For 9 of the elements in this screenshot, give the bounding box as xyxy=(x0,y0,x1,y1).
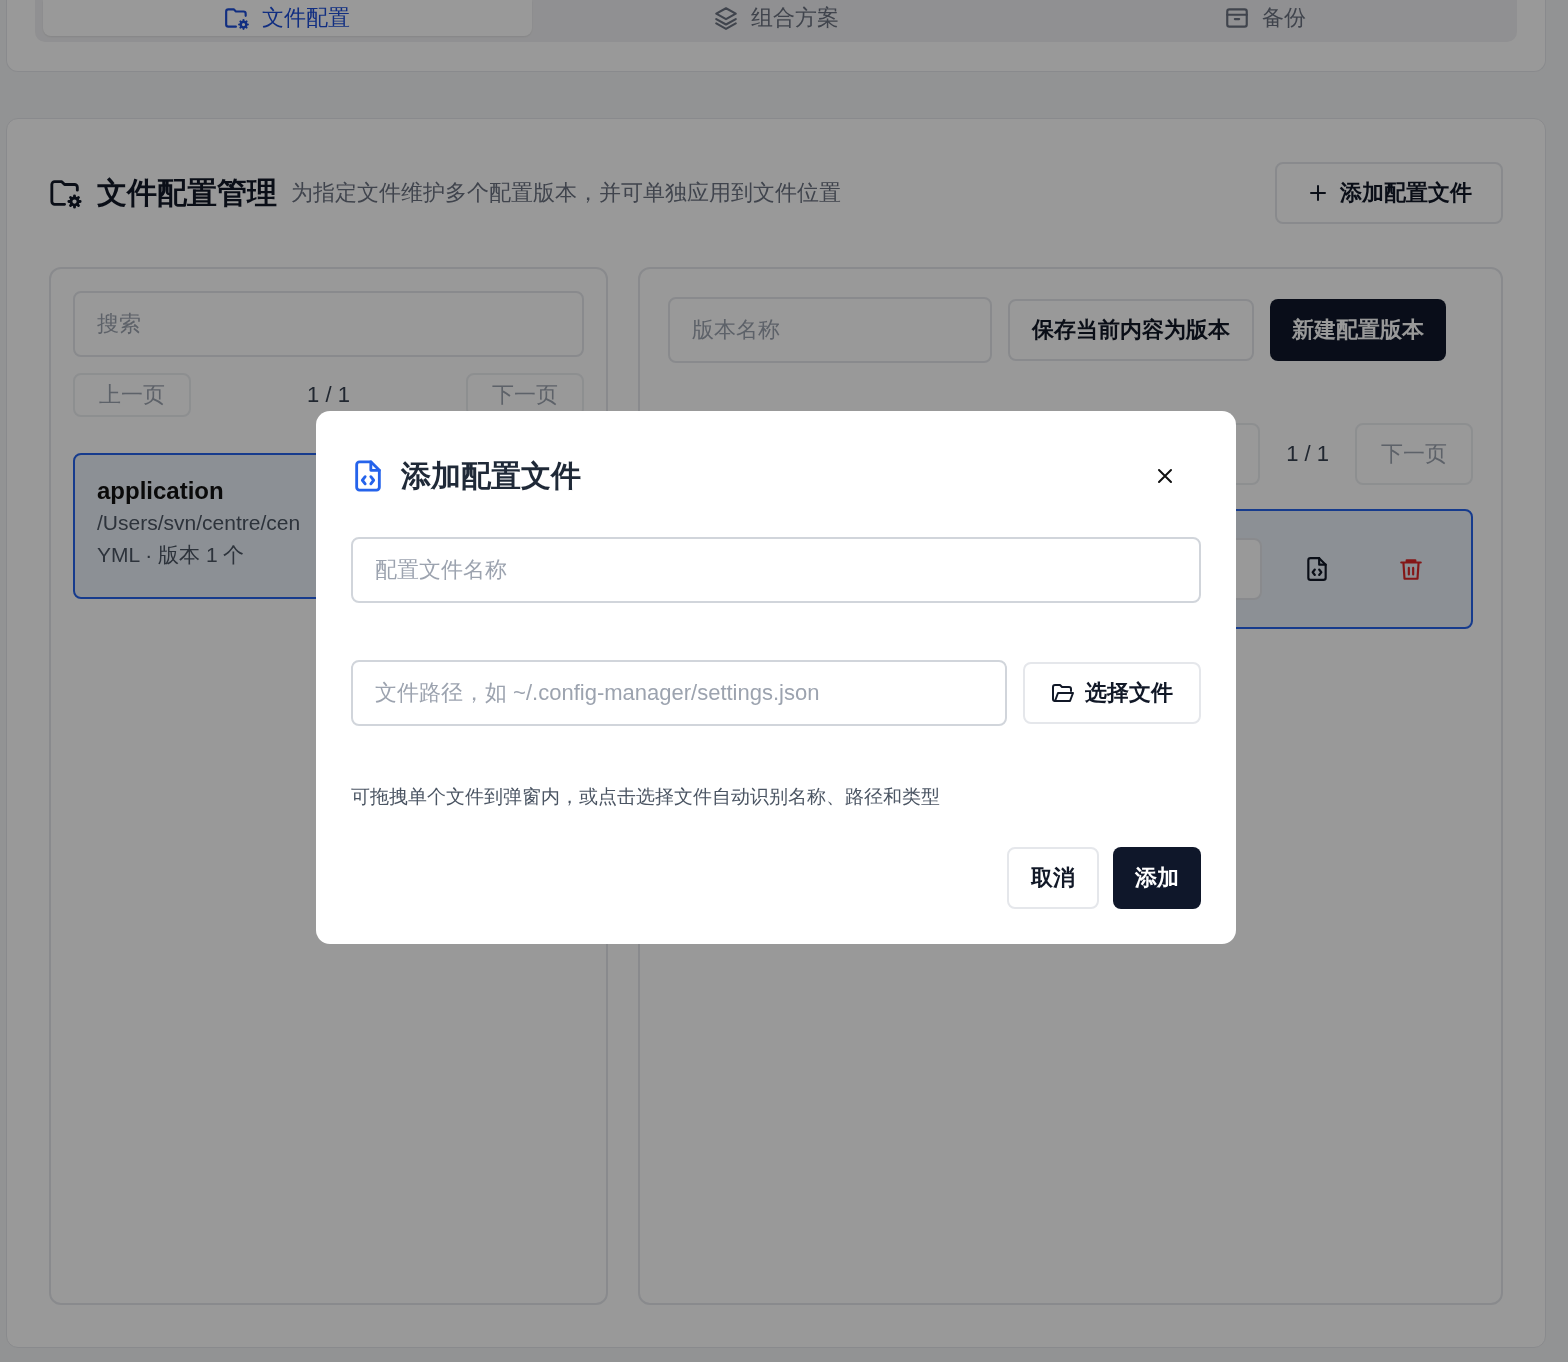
section-title: 文件配置管理 xyxy=(97,174,277,211)
file-path: /Users/svn/centre/cen xyxy=(97,511,301,535)
file-meta: YML · 版本 1 个 xyxy=(97,542,245,568)
hint-text: 可拖拽单个文件到弹窗内，或点击选择文件自动识别名称、路径和类型 xyxy=(351,785,941,809)
page-indicator: 1 / 1 xyxy=(1286,441,1329,467)
page-indicator: 1 / 1 xyxy=(307,382,350,408)
file-name: application xyxy=(97,477,224,505)
dialog-title: 添加配置文件 xyxy=(401,457,582,494)
section-subtitle: 为指定文件维护多个配置版本，并可单独应用到文件位置 xyxy=(291,179,842,207)
